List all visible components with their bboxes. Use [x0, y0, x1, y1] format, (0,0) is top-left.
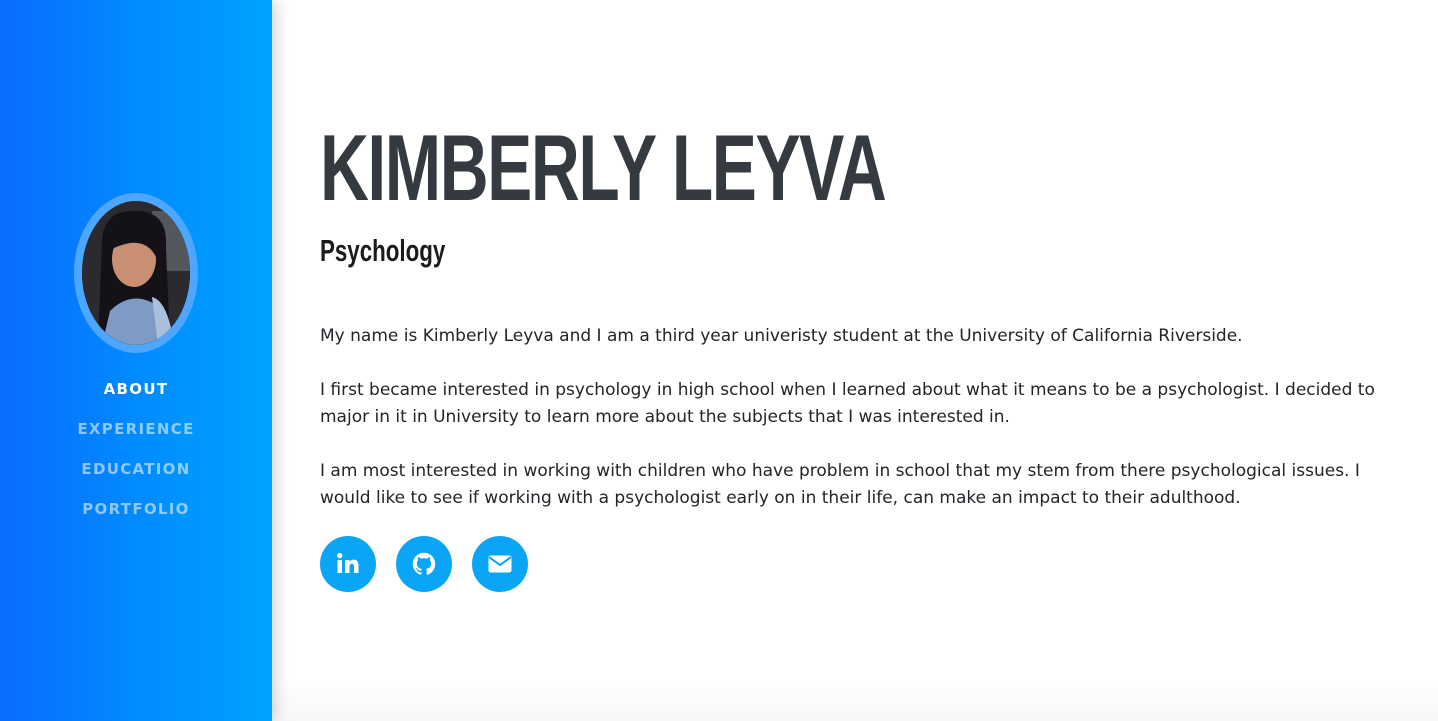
avatar: [82, 201, 190, 345]
email-button[interactable]: [472, 536, 528, 592]
page: ABOUT EXPERIENCE EDUCATION PORTFOLIO KIM…: [0, 0, 1438, 721]
about-section: KIMBERLY LEYVA Psychology My name is Kim…: [320, 0, 1380, 721]
sidebar: ABOUT EXPERIENCE EDUCATION PORTFOLIO: [0, 0, 272, 721]
nav-item-about[interactable]: ABOUT: [0, 372, 272, 412]
avatar-photo: [82, 201, 190, 345]
nav-item-experience[interactable]: EXPERIENCE: [0, 412, 272, 452]
page-title: KIMBERLY LEYVA: [320, 115, 887, 220]
bottom-shadow: [272, 681, 1438, 721]
envelope-icon: [488, 555, 512, 573]
avatar-ring: [74, 193, 198, 353]
subtitle: Psychology: [320, 233, 446, 268]
github-icon: [412, 552, 436, 575]
linkedin-button[interactable]: [320, 536, 376, 592]
linkedin-icon: [337, 553, 359, 573]
social-icons: [320, 536, 528, 592]
bio-paragraph-3: I am most interested in working with chi…: [320, 461, 1360, 508]
sidebar-nav: ABOUT EXPERIENCE EDUCATION PORTFOLIO: [0, 372, 272, 532]
nav-item-portfolio[interactable]: PORTFOLIO: [0, 492, 272, 532]
bio-paragraph-2: I first became interested in psychology …: [320, 380, 1375, 427]
github-button[interactable]: [396, 536, 452, 592]
nav-item-education[interactable]: EDUCATION: [0, 452, 272, 492]
bio-paragraph-1: My name is Kimberly Leyva and I am a thi…: [320, 326, 1243, 346]
